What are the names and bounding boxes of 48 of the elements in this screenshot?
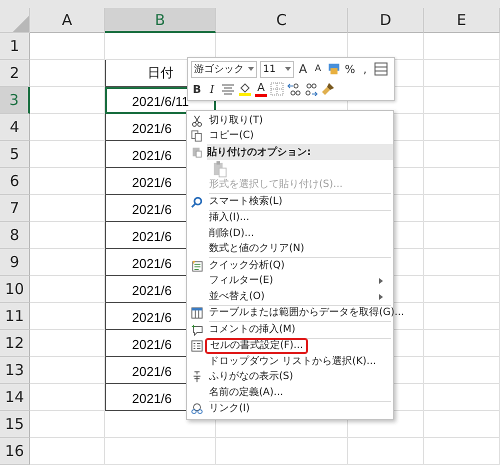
caret-icon <box>248 67 254 71</box>
row-header[interactable]: 9 <box>0 249 30 276</box>
column-header[interactable]: C <box>216 8 348 33</box>
row-header[interactable]: 4 <box>0 114 30 141</box>
font-color-button[interactable]: A <box>255 82 267 96</box>
column-header[interactable]: A <box>30 8 105 33</box>
row-header[interactable]: 7 <box>0 195 30 222</box>
table-format-icon[interactable] <box>374 62 388 76</box>
decrease-font-button[interactable]: A <box>312 61 324 77</box>
row-header[interactable]: 5 <box>0 141 30 168</box>
comma-button[interactable]: , <box>359 61 371 77</box>
row-header[interactable]: 1 <box>0 33 30 60</box>
font-dropdown[interactable]: 游ゴシック <box>191 60 257 78</box>
number-format-icon[interactable] <box>327 62 341 76</box>
paintbrush-icon[interactable] <box>321 82 335 96</box>
percent-button[interactable]: % <box>344 61 356 77</box>
decrease-decimal-icon[interactable] <box>304 82 318 96</box>
scissors-icon <box>191 114 203 127</box>
increase-decimal-icon[interactable] <box>287 82 301 96</box>
row-header[interactable]: 12 <box>0 330 30 357</box>
increase-font-button[interactable]: A <box>297 61 309 77</box>
column-header[interactable]: D <box>348 8 424 33</box>
row-header[interactable]: 10 <box>0 276 30 303</box>
clipboard-icon <box>191 146 203 158</box>
copy-icon <box>191 130 203 142</box>
search-icon <box>191 196 203 208</box>
caret-icon <box>285 67 291 71</box>
furigana-icon <box>191 371 203 384</box>
font-size-dropdown[interactable]: 11 <box>260 60 294 78</box>
row-header[interactable]: 2 <box>0 60 30 87</box>
fill-color-icon[interactable] <box>238 82 252 96</box>
row-header[interactable]: 14 <box>0 384 30 411</box>
row-header[interactable]: 13 <box>0 357 30 384</box>
triangle-icon <box>11 14 29 32</box>
row-header[interactable]: 3 <box>0 87 30 114</box>
format-cells-icon <box>191 340 203 352</box>
align-center-icon[interactable] <box>221 82 235 96</box>
column-header[interactable]: E <box>424 8 500 33</box>
quick-analysis-icon <box>191 260 203 272</box>
column-header[interactable]: B <box>105 8 216 33</box>
link-icon <box>191 403 203 416</box>
row-header[interactable]: 15 <box>0 411 30 438</box>
row-header[interactable]: 8 <box>0 222 30 249</box>
row-header[interactable]: 11 <box>0 303 30 330</box>
row-header[interactable]: 6 <box>0 168 30 195</box>
table-icon <box>191 307 203 320</box>
row-header[interactable]: 16 <box>0 438 30 465</box>
comment-icon <box>191 324 203 336</box>
